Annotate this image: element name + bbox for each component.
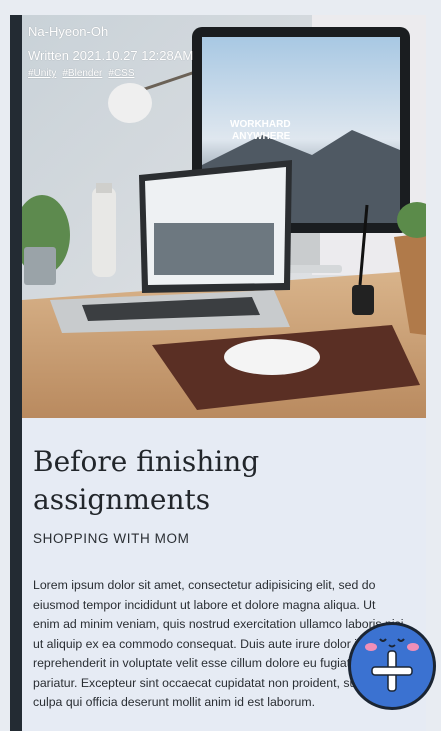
tag-blender[interactable]: #Blender bbox=[62, 68, 102, 79]
author-name: Na-Hyeon-Oh bbox=[28, 24, 109, 39]
screen-text-1: WORKHARD bbox=[230, 119, 291, 130]
plus-icon bbox=[371, 650, 413, 692]
post-subtitle: SHOPPING WITH MOM bbox=[33, 531, 190, 546]
post-body: Lorem ipsum dolor sit amet, consectetur … bbox=[33, 578, 404, 709]
tag-unity[interactable]: #Unity bbox=[28, 68, 56, 79]
post-title: Before finishing assignments bbox=[33, 445, 260, 516]
tag-list: #Unity #Blender #CSS bbox=[28, 68, 193, 79]
post-date: Written 2021.10.27 12:28AM bbox=[28, 48, 194, 63]
card-accent-bar bbox=[10, 15, 22, 731]
tag-css[interactable]: #CSS bbox=[108, 68, 134, 79]
face-icon bbox=[365, 638, 419, 651]
screen-text-2: ANYWHERE bbox=[232, 131, 291, 142]
post-card: WORKHARD ANYWHERE Na-Hyeon-Oh Written 20… bbox=[10, 15, 426, 731]
post-meta: Na-Hyeon-Oh Written 2021.10.27 12:28AM #… bbox=[28, 22, 193, 79]
add-post-button[interactable] bbox=[348, 622, 436, 710]
